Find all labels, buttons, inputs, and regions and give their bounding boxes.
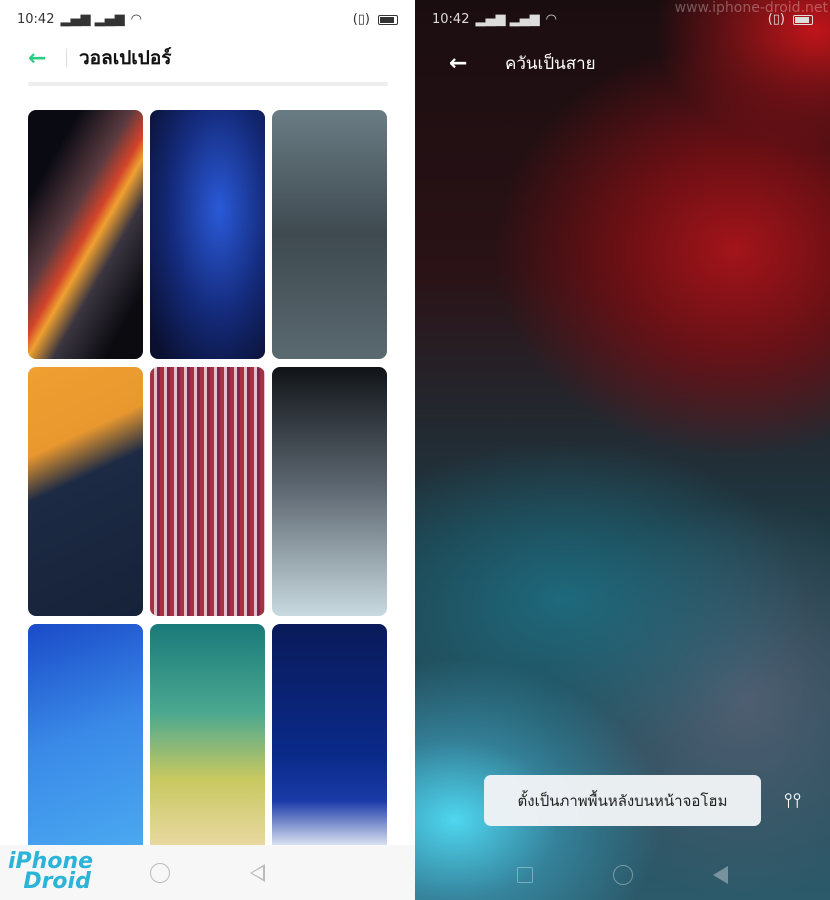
status-time: 10:42 <box>432 12 470 27</box>
wallpaper-thumbnail[interactable] <box>272 110 387 359</box>
set-home-wallpaper-button[interactable]: ตั้งเป็นภาพพื้นหลังบนหน้าจอโฮม <box>484 775 761 826</box>
header: ← ควันเป็นสาย <box>449 50 596 77</box>
header: ← วอลเปเปอร์ <box>28 44 171 72</box>
wallpaper-thumbnail[interactable] <box>272 367 387 616</box>
back-button[interactable] <box>713 866 728 884</box>
wallpaper-thumbnail[interactable] <box>28 624 143 845</box>
back-arrow-icon[interactable]: ← <box>28 46 58 71</box>
adjust-sliders-icon[interactable]: ⫯⫯ <box>784 788 801 812</box>
signal-icon: ▂▄▆ ▂▄▆ <box>60 12 125 27</box>
vibrate-icon: (▯) <box>767 12 785 27</box>
wallpaper-thumbnail[interactable] <box>28 110 143 359</box>
wifi-icon: ◠ <box>130 12 142 27</box>
wallpaper-thumbnail[interactable] <box>150 110 265 359</box>
back-button[interactable] <box>250 863 265 882</box>
recents-button[interactable] <box>517 867 533 883</box>
status-bar: 10:42 ▂▄▆ ▂▄▆ ◠ <box>432 12 557 27</box>
wallpaper-preview-screen: www.iphone-droid.net 10:42 ▂▄▆ ▂▄▆ ◠ (▯) ←… <box>415 0 830 900</box>
wifi-icon: ◠ <box>545 12 557 27</box>
header-divider <box>28 82 388 86</box>
wallpaper-gallery-screen: 10:42 ▂▄▆ ▂▄▆ ◠ (▯) ← วอลเปเปอร์ iPhone Dr… <box>0 0 415 900</box>
home-button[interactable] <box>613 865 633 885</box>
vibrate-icon: (▯) <box>352 12 370 27</box>
divider <box>66 49 67 67</box>
wallpaper-thumbnail[interactable] <box>150 367 265 616</box>
status-bar: 10:42 ▂▄▆ ▂▄▆ ◠ <box>17 12 142 27</box>
page-title: วอลเปเปอร์ <box>79 47 172 69</box>
back-arrow-icon[interactable]: ← <box>449 51 505 76</box>
wallpaper-grid <box>28 110 387 845</box>
signal-icon: ▂▄▆ ▂▄▆ <box>475 12 540 27</box>
wallpaper-thumbnail[interactable] <box>28 367 143 616</box>
site-logo: iPhone Droid <box>8 849 94 894</box>
navigation-bar <box>415 865 830 885</box>
home-button[interactable] <box>150 862 170 883</box>
status-time: 10:42 <box>17 12 55 27</box>
wallpaper-thumbnail[interactable] <box>272 624 387 845</box>
battery-icon <box>793 14 813 25</box>
battery-icon <box>378 14 398 25</box>
wallpaper-thumbnail[interactable] <box>150 624 265 845</box>
wallpaper-title: ควันเป็นสาย <box>505 54 596 74</box>
